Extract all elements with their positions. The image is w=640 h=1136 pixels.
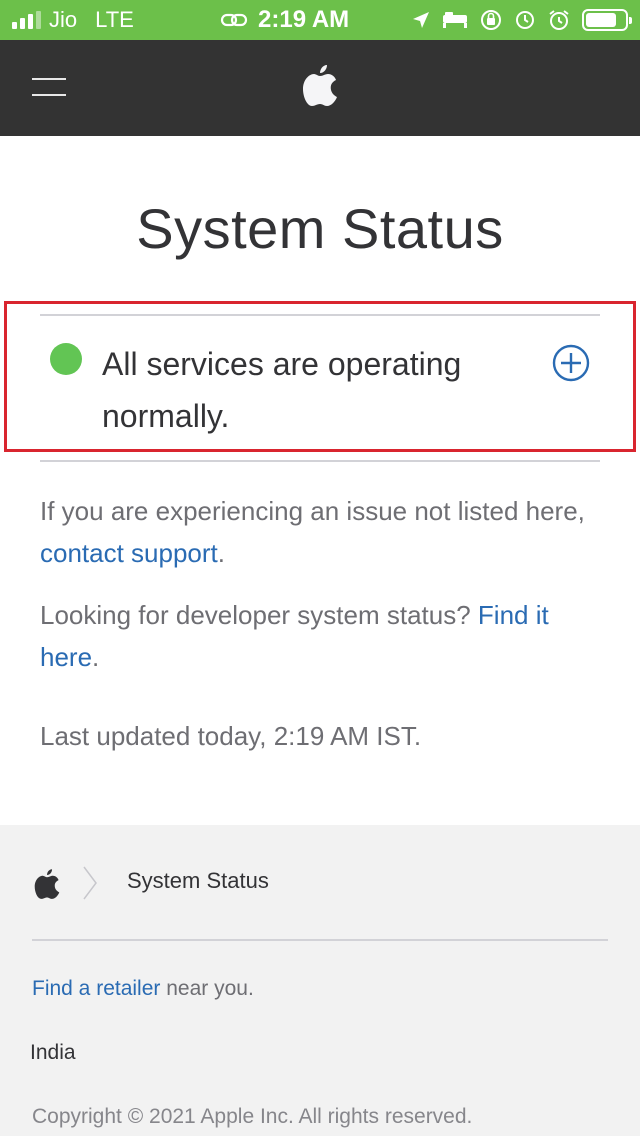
status-bar: Jio LTE 2:19 AM (0, 0, 640, 40)
hamburger-icon[interactable] (32, 78, 66, 98)
support-text: If you are experiencing an issue not lis… (40, 496, 585, 526)
link-icon (220, 13, 248, 27)
developer-text: Looking for developer system status? (40, 600, 478, 630)
page-title: System Status (136, 197, 504, 260)
breadcrumb-current: System Status (127, 868, 269, 893)
footer: System Status Find a retailer near you. … (0, 825, 640, 1136)
bed-icon (443, 12, 467, 28)
alarm-icon (549, 10, 569, 30)
status-bar-right (412, 9, 640, 31)
orientation-lock-icon (481, 10, 501, 30)
contact-support-link[interactable]: contact support (40, 538, 218, 568)
plus-circle-icon[interactable] (551, 343, 591, 383)
apple-logo-icon[interactable] (302, 62, 338, 106)
find-retailer-link[interactable]: Find a retailer (32, 977, 160, 1000)
signal-icon (12, 11, 41, 29)
carrier-label: Jio (49, 7, 78, 32)
network-label: LTE (95, 7, 134, 32)
apple-logo-icon[interactable] (34, 867, 60, 899)
developer-paragraph: Looking for developer system status? Fin… (40, 594, 600, 678)
country-selector[interactable]: India (30, 1041, 76, 1065)
status-message: All services are operating normally. (102, 346, 462, 434)
clock-time: 2:19 AM (258, 6, 350, 33)
last-updated: Last updated today, 2:19 AM IST. (40, 721, 422, 751)
retailer-suffix: near you. (160, 977, 254, 1000)
footer-divider (32, 939, 608, 941)
battery-icon (582, 9, 632, 31)
copyright: Copyright © 2021 Apple Inc. All rights r… (32, 1105, 473, 1128)
chevron-right-icon (83, 866, 97, 900)
global-nav (0, 40, 640, 136)
status-indicator-icon (50, 343, 82, 375)
support-text-end: . (217, 538, 226, 568)
location-icon (413, 12, 429, 28)
status-bar-left: Jio LTE (0, 7, 220, 33)
divider (40, 460, 600, 462)
retailer-line: Find a retailer near you. (32, 977, 254, 1001)
rotation-icon (516, 11, 534, 29)
developer-text-end: . (92, 642, 100, 672)
status-bar-center: 2:19 AM (220, 6, 412, 34)
support-paragraph: If you are experiencing an issue not lis… (40, 490, 600, 574)
